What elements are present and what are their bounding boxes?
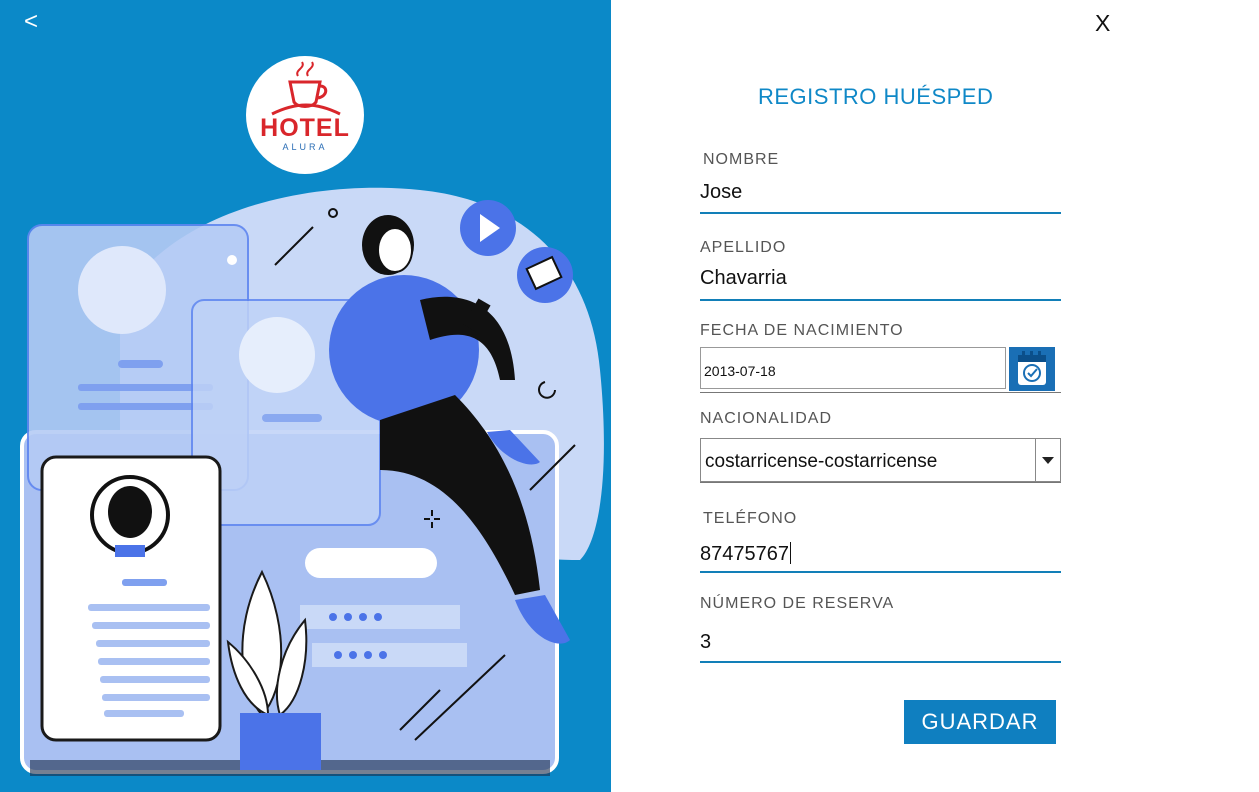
chevron-down-icon[interactable] bbox=[1035, 439, 1060, 481]
telefono-underline bbox=[700, 571, 1061, 573]
nacionalidad-label: NACIONALIDAD bbox=[700, 410, 833, 427]
back-button[interactable]: < bbox=[24, 8, 38, 36]
hotel-logo: HOTEL ALURA bbox=[246, 56, 364, 174]
logo-subtitle: ALURA bbox=[282, 142, 328, 152]
reserva-field[interactable]: 3 bbox=[700, 631, 1060, 654]
fecha-label: FECHA DE NACIMIENTO bbox=[700, 322, 904, 339]
reserva-label: NÚMERO DE RESERVA bbox=[700, 595, 895, 612]
save-button[interactable]: GUARDAR bbox=[904, 700, 1056, 744]
nacionalidad-select[interactable]: costarricense-costarricense bbox=[700, 438, 1061, 482]
left-panel: < HOTEL ALURA bbox=[0, 0, 611, 792]
nacionalidad-value: costarricense-costarricense bbox=[705, 451, 938, 472]
calendar-button[interactable] bbox=[1009, 347, 1055, 391]
reserva-underline bbox=[700, 661, 1061, 663]
nombre-underline bbox=[700, 212, 1061, 214]
fecha-underline bbox=[700, 392, 1061, 393]
form-title: REGISTRO HUÉSPED bbox=[758, 84, 994, 109]
telefono-value: 87475767 bbox=[700, 543, 789, 565]
nombre-label: NOMBRE bbox=[703, 151, 780, 168]
text-cursor bbox=[789, 542, 791, 564]
nacionalidad-underline bbox=[700, 482, 1061, 483]
nombre-field[interactable]: Jose bbox=[700, 181, 1060, 204]
calendar-icon bbox=[1018, 351, 1046, 385]
birthdate-field[interactable]: 2013-07-18 bbox=[700, 347, 1006, 389]
apellido-label: APELLIDO bbox=[700, 239, 787, 256]
close-button[interactable]: X bbox=[1095, 10, 1110, 37]
telefono-label: TELÉFONO bbox=[703, 510, 798, 527]
apellido-underline bbox=[700, 299, 1061, 301]
logo-word: HOTEL bbox=[260, 114, 350, 142]
telefono-field[interactable]: 87475767 bbox=[700, 542, 1060, 566]
apellido-field[interactable]: Chavarria bbox=[700, 267, 1060, 290]
